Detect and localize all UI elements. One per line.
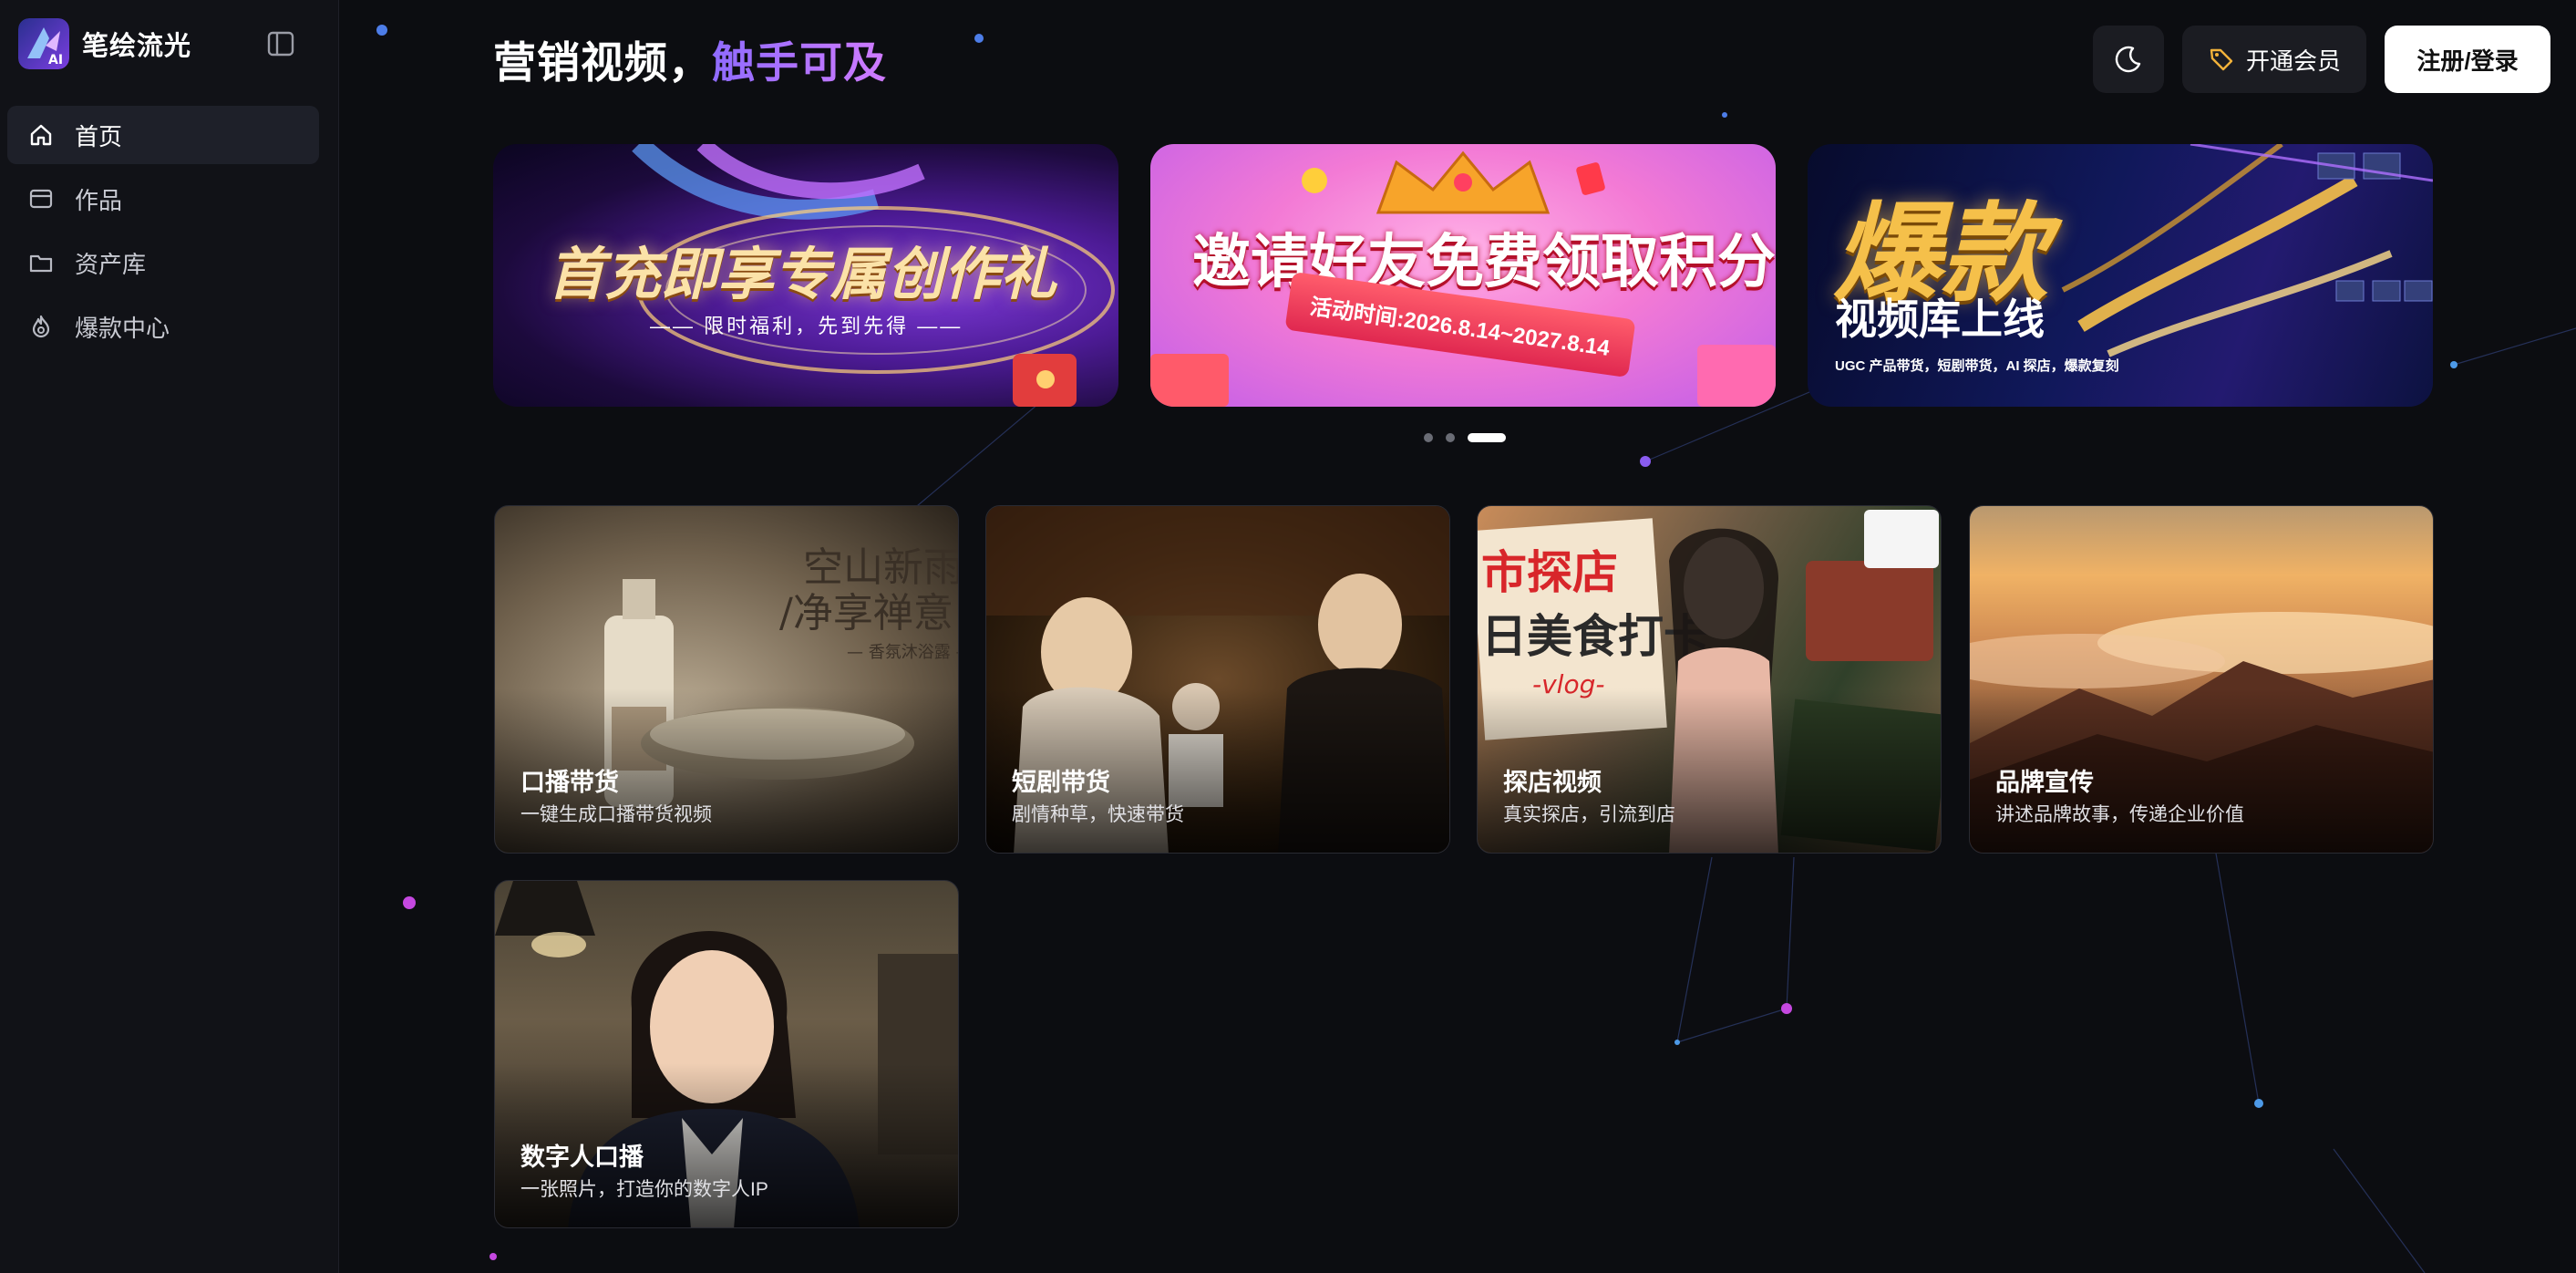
sidebar: AI 笔绘流光 首页 作品 资产库 爆款中心 [0,0,339,1273]
banner-subtitle: 视频库上线 [1835,295,2045,344]
title-main: 营销视频， [493,38,712,87]
home-icon [27,121,55,149]
card-description: 一张照片，打造你的数字人IP [520,1179,768,1200]
vip-membership-button[interactable]: 开通会员 [2182,26,2366,93]
title-accent: 触手可及 [712,38,887,87]
works-icon [27,185,55,212]
svg-text:AI: AI [48,53,63,67]
banner-subtitle: —— 限时福利，先到先得 —— [650,315,963,337]
carousel-pagination [1424,433,1506,442]
card-oral-live-selling[interactable]: 空山新雨 /净享禅意 — 香氛沐浴露 — 口播带货 一键生成口播带货视频 [494,505,959,854]
banner-hot-video-library[interactable]: 爆款 视频库上线 UGC 产品带货，短剧带货，AI 探店，爆款复刻 [1808,144,2433,407]
card-title: 短剧带货 [1012,769,1110,796]
svg-text:市探店: 市探店 [1481,546,1618,599]
sidebar-panel-icon [267,31,294,57]
card-description: 剧情种草，快速带货 [1012,804,1184,825]
sidebar-item-home[interactable]: 首页 [7,106,319,164]
card-store-visit-video[interactable]: 市探店 日美食打卡 -vlog- 探店视频 真实探店，引流到店 [1477,505,1942,854]
banner-title: 首充即享专属创作礼 [548,241,1057,307]
banner-invite-friends[interactable]: 邀请好友免费领取积分 活动时间:2026.8.14~2027.8.14 [1150,144,1776,407]
card-title: 口播带货 [520,769,619,796]
login-button[interactable]: 注册/登录 [2385,26,2550,93]
card-title: 品牌宣传 [1995,769,2094,796]
carousel-dot-active[interactable] [1468,433,1506,442]
banner-title: 邀请好友免费领取积分 [1192,229,1776,296]
banner-first-charge[interactable]: 首充即享专属创作礼 —— 限时福利，先到先得 —— [493,144,1118,407]
card-brand-promotion[interactable]: 品牌宣传 讲述品牌故事，传递企业价值 [1969,505,2434,854]
flame-icon [27,313,55,340]
sidebar-nav: 首页 作品 资产库 爆款中心 [7,106,319,361]
sidebar-toggle-button[interactable] [261,26,301,62]
moon-icon [2115,46,2141,73]
sidebar-item-label: 首页 [75,122,123,150]
card-title: 数字人口播 [520,1144,644,1171]
vip-label: 开通会员 [2245,47,2341,75]
brand[interactable]: AI 笔绘流光 [18,16,191,71]
banner-tags: UGC 产品带货，短剧带货，AI 探店，爆款复刻 [1835,358,2119,374]
sidebar-item-label: 作品 [75,186,123,214]
card-description: 讲述品牌故事，传递企业价值 [1995,804,2244,825]
card-short-drama-selling[interactable]: 短剧带货 剧情种草，快速带货 [985,505,1450,854]
svg-text:/净享禅意: /净享禅意 [779,590,953,636]
card-description: 真实探店，引流到店 [1503,804,1675,825]
app-name: 笔绘流光 [82,32,192,61]
svg-text:— 香氛沐浴露 —: — 香氛沐浴露 — [847,643,959,662]
app-logo: AI [18,18,69,69]
sidebar-item-hot-center[interactable]: 爆款中心 [7,297,319,356]
tag-icon [2210,48,2233,71]
card-title: 探店视频 [1503,769,1602,796]
sidebar-item-label: 爆款中心 [75,314,170,342]
carousel-dot[interactable] [1446,433,1455,442]
sidebar-item-assets[interactable]: 资产库 [7,233,319,292]
sidebar-item-works[interactable]: 作品 [7,170,319,228]
page-title: 营销视频，触手可及 [493,27,887,90]
sidebar-item-label: 资产库 [75,250,147,278]
card-digital-human-broadcast[interactable]: 数字人口播 一张照片，打造你的数字人IP [494,880,959,1228]
card-description: 一键生成口播带货视频 [520,804,712,825]
carousel-dot[interactable] [1424,433,1433,442]
theme-toggle-button[interactable] [2093,26,2164,93]
folder-icon [27,249,55,276]
card-overlay-text: 空山新雨 [803,544,959,591]
